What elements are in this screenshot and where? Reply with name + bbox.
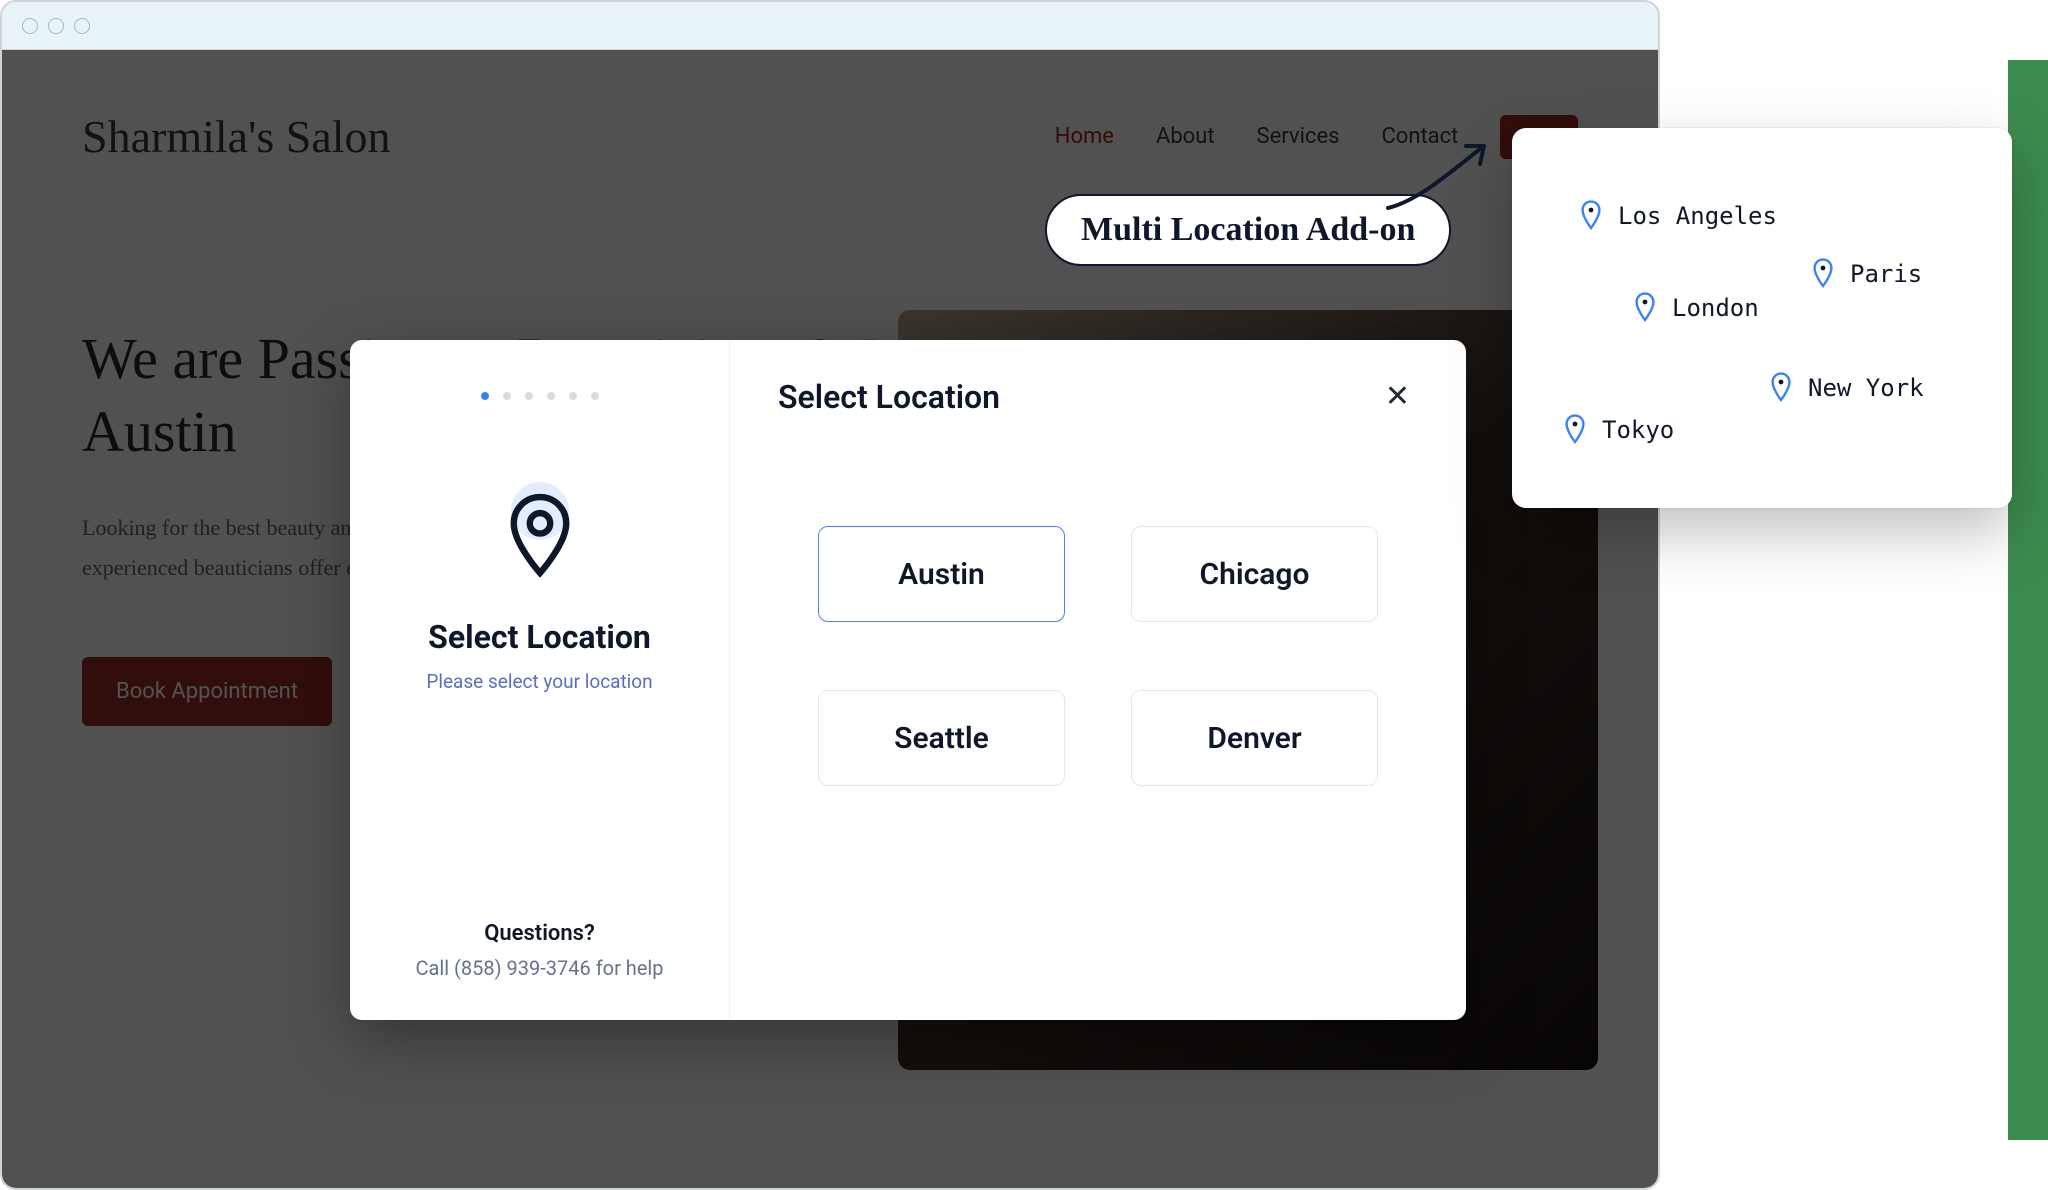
location-grid: Austin Chicago Seattle Denver: [778, 526, 1418, 786]
window-minimize-icon[interactable]: [48, 18, 64, 34]
step-dot: [569, 392, 577, 400]
help-title: Questions?: [415, 921, 663, 946]
place-label: Los Angeles: [1618, 202, 1777, 230]
place-item: Paris: [1808, 256, 1922, 292]
sidebar-help: Questions? Call (858) 939-3746 for help: [415, 881, 663, 980]
place-item: New York: [1766, 370, 1924, 406]
sidebar-subtitle: Please select your location: [426, 670, 652, 693]
browser-titlebar: [2, 2, 1658, 50]
step-dot: [503, 392, 511, 400]
window-maximize-icon[interactable]: [74, 18, 90, 34]
place-label: New York: [1808, 374, 1924, 402]
location-pin-icon: [475, 480, 605, 590]
location-option[interactable]: Chicago: [1131, 526, 1378, 622]
step-dot: [481, 392, 489, 400]
step-dot: [525, 392, 533, 400]
callout-arrow-icon: [1380, 130, 1510, 220]
step-dot: [547, 392, 555, 400]
close-icon[interactable]: ✕: [1377, 378, 1418, 416]
help-phone: Call (858) 939-3746 for help: [415, 956, 663, 980]
modal-sidebar: Select Location Please select your locat…: [350, 340, 730, 1020]
location-option[interactable]: Seattle: [818, 690, 1065, 786]
window-close-icon[interactable]: [22, 18, 38, 34]
step-indicator: [481, 392, 599, 400]
step-dot: [591, 392, 599, 400]
place-label: Paris: [1850, 260, 1922, 288]
place-label: Tokyo: [1602, 416, 1674, 444]
modal-main: Select Location ✕ Austin Chicago Seattle De…: [730, 340, 1466, 1020]
place-item: Tokyo: [1560, 412, 1674, 448]
location-modal: Select Location Please select your locat…: [350, 340, 1466, 1020]
modal-title: Select Location: [778, 378, 1000, 416]
location-option[interactable]: Austin: [818, 526, 1065, 622]
location-option[interactable]: Denver: [1131, 690, 1378, 786]
place-item: Los Angeles: [1576, 198, 1777, 234]
place-item: London: [1630, 290, 1759, 326]
world-locations-card: Los Angeles Paris London New York Tokyo: [1512, 128, 2012, 508]
place-label: London: [1672, 294, 1759, 322]
sidebar-title: Select Location: [428, 618, 651, 656]
background-accent-strip: [2008, 60, 2048, 1140]
